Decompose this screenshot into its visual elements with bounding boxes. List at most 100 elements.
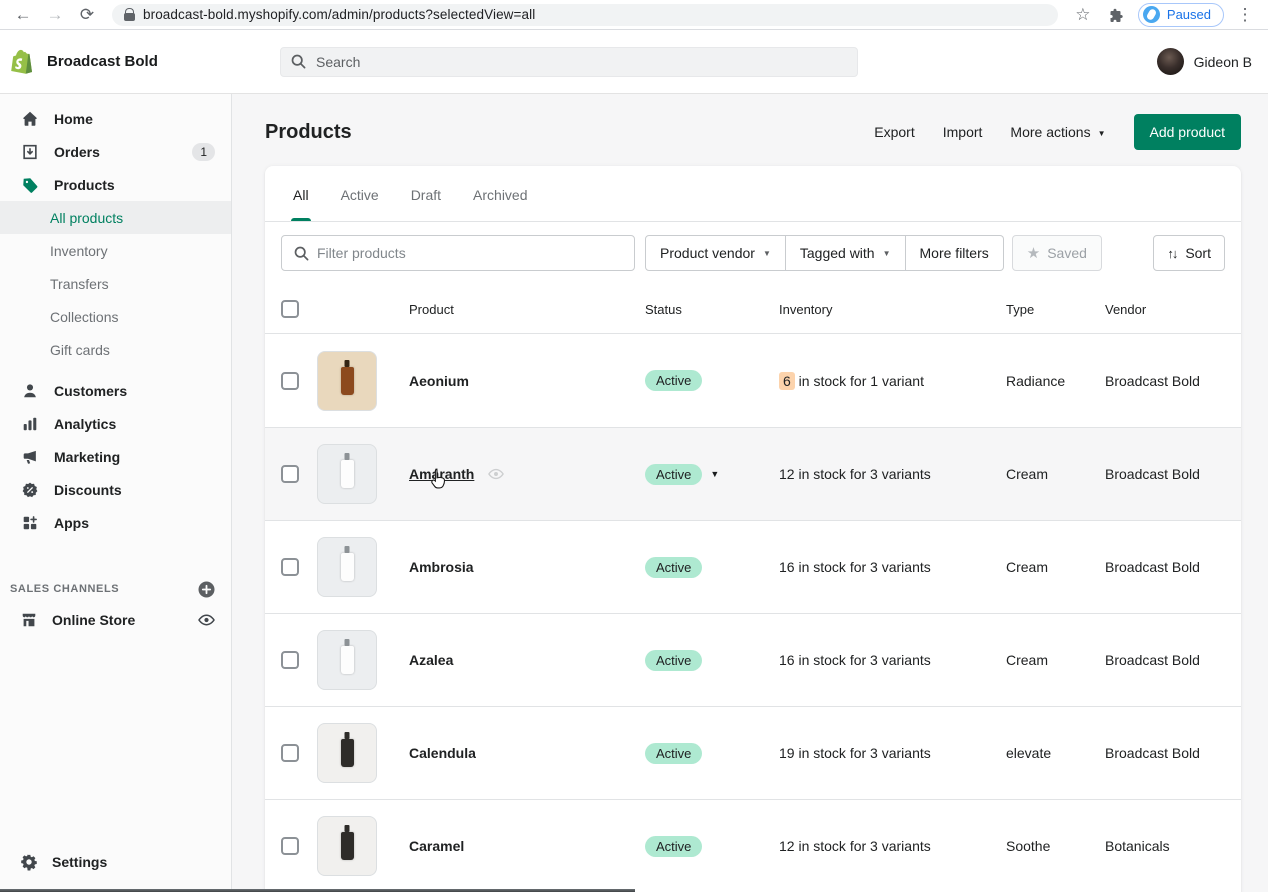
- inventory-qty: 19: [779, 745, 795, 761]
- tab-all[interactable]: All: [281, 173, 321, 221]
- status-badge[interactable]: Active: [645, 743, 702, 764]
- tagged-with-filter-button[interactable]: Tagged with▼: [786, 235, 906, 271]
- gear-icon: [20, 853, 38, 871]
- sidebar-subitem-inventory[interactable]: Inventory: [0, 234, 231, 267]
- row-checkbox[interactable]: [281, 744, 299, 762]
- row-checkbox[interactable]: [281, 372, 299, 390]
- product-thumb: [317, 537, 377, 597]
- add-product-button[interactable]: Add product: [1134, 114, 1242, 150]
- back-icon[interactable]: ←: [10, 2, 36, 28]
- sidebar-subitem-gift-cards[interactable]: Gift cards: [0, 333, 231, 366]
- browser-menu-icon[interactable]: ⋮: [1232, 2, 1258, 28]
- sidebar-item-products[interactable]: Products: [0, 168, 231, 201]
- column-header-vendor[interactable]: Vendor: [1105, 302, 1225, 317]
- status-caret-icon[interactable]: ▼: [710, 469, 719, 479]
- table-body: Aeonium Active ▼ 6 in stock for 1 varian…: [265, 334, 1241, 892]
- sidebar-subitem-collections[interactable]: Collections: [0, 300, 231, 333]
- column-header-type[interactable]: Type: [1006, 302, 1105, 317]
- more-actions-button[interactable]: More actions▼: [1010, 124, 1105, 140]
- product-name-link[interactable]: Caramel: [409, 838, 464, 854]
- table-row[interactable]: Amaranth Active ▼ 12 in stock for 3 vari…: [265, 427, 1241, 520]
- customers-icon: [20, 382, 40, 400]
- store-brand[interactable]: Broadcast Bold: [10, 49, 280, 75]
- mouse-cursor-icon: [430, 468, 447, 490]
- row-checkbox[interactable]: [281, 465, 299, 483]
- select-all-checkbox[interactable]: [281, 300, 299, 318]
- search-icon: [291, 54, 306, 69]
- apps-icon: [20, 514, 40, 532]
- tab-draft[interactable]: Draft: [399, 173, 453, 221]
- sidebar-item-label: Apps: [54, 515, 89, 531]
- sidebar-item-settings[interactable]: Settings: [0, 845, 231, 878]
- column-header-status[interactable]: Status: [645, 302, 779, 317]
- sales-channels-label: SALES CHANNELS: [10, 583, 119, 595]
- product-type: elevate: [1006, 745, 1105, 761]
- product-thumb: [317, 351, 377, 411]
- product-name-link[interactable]: Aeonium: [409, 373, 469, 389]
- export-button[interactable]: Export: [874, 124, 914, 140]
- sidebar-item-marketing[interactable]: Marketing: [0, 440, 231, 473]
- sidebar-item-online-store[interactable]: Online Store: [0, 603, 231, 636]
- product-name-link[interactable]: Ambrosia: [409, 559, 474, 575]
- table-row[interactable]: Aeonium Active ▼ 6 in stock for 1 varian…: [265, 334, 1241, 427]
- table-row[interactable]: Caramel Active ▼ 12 in stock for 3 varia…: [265, 799, 1241, 892]
- add-channel-icon[interactable]: [198, 581, 215, 598]
- column-header-product[interactable]: Product: [409, 302, 645, 317]
- address-bar[interactable]: broadcast-bold.myshopify.com/admin/produ…: [112, 4, 1058, 26]
- user-menu[interactable]: Gideon B: [1157, 48, 1252, 75]
- preview-eye-icon[interactable]: [488, 466, 504, 482]
- sidebar-subitem-transfers[interactable]: Transfers: [0, 267, 231, 300]
- product-type: Soothe: [1006, 838, 1105, 854]
- sort-button[interactable]: ↑↓Sort: [1153, 235, 1225, 271]
- reload-icon[interactable]: ⟳: [74, 2, 100, 28]
- product-thumb: [317, 816, 377, 876]
- sidebar-item-label: Customers: [54, 383, 127, 399]
- bookmark-star-icon[interactable]: ☆: [1070, 2, 1096, 28]
- product-name-link[interactable]: Calendula: [409, 745, 476, 761]
- sidebar-item-discounts[interactable]: Discounts: [0, 473, 231, 506]
- product-type: Cream: [1006, 559, 1105, 575]
- product-name-link[interactable]: Azalea: [409, 652, 453, 668]
- table-row[interactable]: Calendula Active ▼ 19 in stock for 3 var…: [265, 706, 1241, 799]
- status-badge[interactable]: Active: [645, 650, 702, 671]
- product-vendor-filter-button[interactable]: Product vendor▼: [645, 235, 786, 271]
- inventory-rest: in stock for 3 variants: [795, 838, 931, 854]
- status-badge[interactable]: Active: [645, 836, 702, 857]
- filter-products-input[interactable]: [281, 235, 635, 271]
- sidebar-subitem-all-products[interactable]: All products: [0, 201, 231, 234]
- status-badge[interactable]: Active: [645, 370, 702, 391]
- preview-eye-icon[interactable]: [198, 614, 215, 626]
- chevron-down-icon: ▼: [883, 249, 891, 258]
- sidebar-item-home[interactable]: Home: [0, 102, 231, 135]
- products-card: All Active Draft Archived Product vendor…: [265, 166, 1241, 892]
- more-filters-button[interactable]: More filters: [906, 235, 1004, 271]
- table-row[interactable]: Azalea Active ▼ 16 in stock for 3 varian…: [265, 613, 1241, 706]
- sidebar-item-label: Products: [54, 177, 115, 193]
- row-checkbox[interactable]: [281, 837, 299, 855]
- inventory-rest: in stock for 3 variants: [795, 745, 931, 761]
- extensions-icon[interactable]: [1104, 2, 1130, 28]
- sidebar-item-customers[interactable]: Customers: [0, 374, 231, 407]
- avatar: [1157, 48, 1184, 75]
- row-checkbox[interactable]: [281, 651, 299, 669]
- sidebar-item-analytics[interactable]: Analytics: [0, 407, 231, 440]
- column-header-inventory[interactable]: Inventory: [779, 302, 1006, 317]
- extension-badge-icon: [1143, 6, 1160, 23]
- row-checkbox[interactable]: [281, 558, 299, 576]
- tab-archived[interactable]: Archived: [461, 173, 539, 221]
- bottle-image: [341, 646, 354, 674]
- table-row[interactable]: Ambrosia Active ▼ 16 in stock for 3 vari…: [265, 520, 1241, 613]
- search-icon: [294, 246, 309, 261]
- forward-icon[interactable]: →: [42, 2, 68, 28]
- filter-products-field[interactable]: [317, 245, 622, 261]
- sidebar-item-orders[interactable]: Orders 1: [0, 135, 231, 168]
- global-search-input[interactable]: Search: [280, 47, 858, 77]
- import-button[interactable]: Import: [943, 124, 983, 140]
- status-badge[interactable]: Active: [645, 557, 702, 578]
- saved-button[interactable]: ★Saved: [1012, 235, 1102, 271]
- tab-active[interactable]: Active: [329, 173, 391, 221]
- status-badge[interactable]: Active: [645, 464, 702, 485]
- marketing-icon: [20, 448, 40, 466]
- sidebar-item-apps[interactable]: Apps: [0, 506, 231, 539]
- extension-paused-badge[interactable]: Paused: [1138, 3, 1224, 27]
